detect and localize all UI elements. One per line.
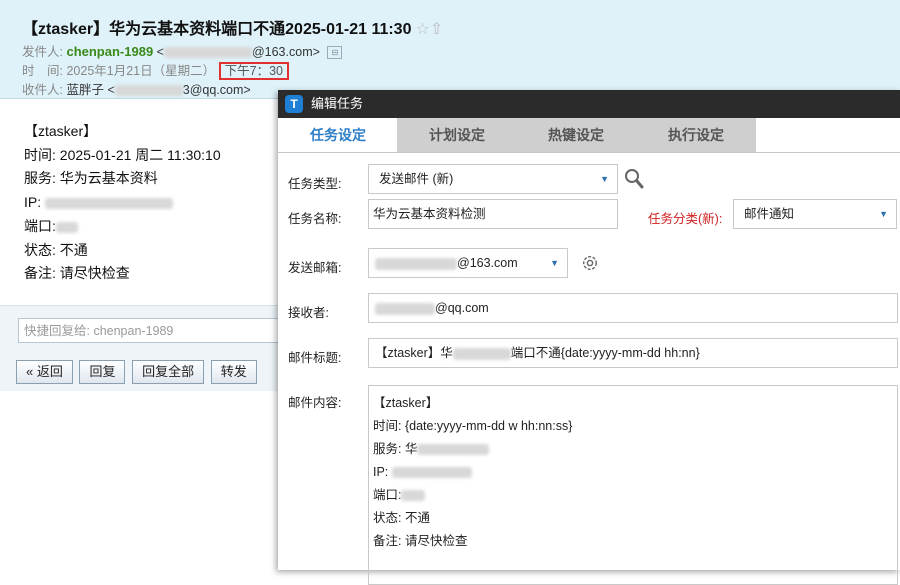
mail-body-line: 【ztasker】 (24, 123, 98, 139)
search-icon[interactable] (624, 168, 644, 190)
mail-content-textarea[interactable]: 【ztasker】 时间: {date:yyyy-mm-dd w hh:nn:s… (368, 385, 898, 585)
content-line: 服务: 华 (373, 438, 893, 461)
mail-title-input[interactable]: 【ztasker】华 端口不通{date:yyyy-mm-dd hh:nn} (368, 338, 898, 368)
receiver-suffix: @qq.com (435, 301, 489, 315)
redacted-ip (391, 467, 472, 479)
redacted-ip (45, 197, 174, 209)
mail-action-buttons: « 返回 回复 回复全部 转发 (16, 360, 260, 384)
content-service-prefix: 服务: 华 (373, 442, 418, 456)
redacted-title-part (452, 347, 511, 360)
mail-content-label: 邮件内容: (288, 396, 342, 410)
redacted-mailbox (375, 257, 457, 270)
task-category-value: 邮件通知 (744, 207, 795, 221)
dialog-title: 编辑任务 (311, 96, 364, 111)
redacted-service (417, 444, 490, 456)
mail-subject: 【ztasker】华为云基本资料端口不通2025-01-21 11:30 ☆⇧ (22, 15, 443, 39)
content-line: 时间: {date:yyyy-mm-dd w hh:nn:ss} (373, 419, 573, 433)
mail-header: 【ztasker】华为云基本资料端口不通2025-01-21 11:30 ☆⇧ 发… (0, 0, 900, 99)
back-button[interactable]: « 返回 (16, 360, 73, 384)
time-date: 2025年1月21日（星期二） (66, 64, 216, 78)
forward-button[interactable]: 转发 (210, 360, 257, 384)
mail-body-line: 备注: 请尽快检查 (24, 265, 130, 282)
recipient-email-suffix: 3@qq.com> (182, 83, 251, 97)
time-label: 时 间: (22, 64, 63, 78)
ztasker-app-icon (285, 95, 303, 113)
chevron-down-icon: ▼ (600, 174, 609, 184)
tab-task-settings[interactable]: 任务设定 (278, 118, 398, 152)
flag-icon[interactable]: ⇧ (430, 21, 443, 38)
sender-email-suffix: @163.com> (251, 45, 320, 59)
quick-reply-input[interactable]: 快捷回复给: chenpan-1989 (18, 318, 286, 343)
task-type-label: 任务类型: (288, 177, 342, 191)
mail-title-prefix: 【ztasker】华 (375, 346, 453, 360)
task-name-label: 任务名称: (288, 212, 342, 226)
send-mailbox-select[interactable]: @163.com ▼ (368, 248, 568, 278)
sender-label: 发件人: (22, 45, 63, 59)
reply-button[interactable]: 回复 (79, 360, 126, 384)
mail-title-label: 邮件标题: (288, 351, 342, 365)
redacted-receiver (375, 302, 435, 315)
content-line: 备注: 请尽快检查 (373, 534, 468, 548)
redacted-recipient-email (114, 85, 183, 97)
time-row: 时 间: 2025年1月21日（星期二） 下午7：30 (22, 60, 289, 80)
content-ip-label: IP: (373, 465, 389, 479)
contact-card-icon[interactable]: ⊟ (327, 46, 343, 60)
send-mailbox-label: 发送邮箱: (288, 261, 342, 275)
reply-all-button[interactable]: 回复全部 (132, 360, 205, 384)
edit-task-dialog: 编辑任务 任务设定 计划设定 热键设定 执行设定 任务类型: 发送邮件 (新) … (278, 90, 900, 585)
chevron-down-icon: ▼ (550, 258, 559, 268)
mail-body-line: 服务: 华为云基本资料 (24, 170, 158, 187)
task-name-input[interactable]: 华为云基本资料检测 (368, 199, 618, 229)
receiver-label: 接收者: (288, 306, 329, 320)
task-category-select[interactable]: 邮件通知 ▼ (733, 199, 897, 229)
mail-title-suffix: 端口不通{date:yyyy-mm-dd hh:nn} (510, 346, 700, 360)
star-icon[interactable]: ☆ (415, 21, 429, 38)
dialog-tabs: 任务设定 计划设定 热键设定 执行设定 (278, 118, 900, 153)
redacted-port (55, 221, 78, 233)
content-line: 状态: 不通 (373, 511, 430, 525)
mail-body: 【ztasker】 时间: 2025-01-21 周二 11:30:10 服务:… (24, 120, 221, 286)
recipient-name[interactable]: 蓝胖子 (66, 83, 104, 97)
tab-hotkey-settings[interactable]: 热键设定 (516, 118, 636, 152)
mail-body-ip-label: IP: (24, 194, 42, 211)
content-port-label: 端口: (373, 488, 402, 502)
tab-schedule-settings[interactable]: 计划设定 (397, 118, 517, 152)
task-type-select[interactable]: 发送邮件 (新) ▼ (368, 164, 618, 194)
recipient-row: 收件人: 蓝胖子 <3@qq.com> (22, 83, 251, 97)
receiver-input[interactable]: @qq.com (368, 293, 898, 323)
send-mailbox-suffix: @163.com (457, 256, 518, 270)
mail-subject-text: 【ztasker】华为云基本资料端口不通2025-01-21 11:30 (22, 21, 412, 38)
redacted-port (401, 490, 426, 502)
content-line: 端口: (373, 484, 893, 507)
sender-name[interactable]: chenpan-1989 (66, 44, 153, 59)
mail-body-line: 时间: 2025-01-21 周二 11:30:10 (24, 146, 221, 163)
task-form: 任务类型: 发送邮件 (新) ▼ 任务名称: 华为云基本资料检测 任务分类(新)… (278, 152, 900, 585)
tab-execution-settings[interactable]: 执行设定 (636, 118, 756, 152)
redacted-sender-email (163, 47, 252, 59)
mail-body-line: IP: (24, 191, 221, 215)
time-clock: 下午7：30 (218, 62, 289, 80)
task-category-label: 任务分类(新): (648, 212, 723, 226)
mail-body-port-label: 端口: (24, 217, 56, 234)
tab-strip-filler (756, 118, 900, 152)
mail-body-line: 状态: 不通 (24, 241, 88, 258)
dialog-titlebar[interactable]: 编辑任务 (278, 90, 900, 118)
content-line: IP: (373, 461, 893, 484)
chevron-down-icon: ▼ (879, 209, 888, 219)
mail-body-line: 端口: (24, 215, 221, 239)
task-type-value: 发送邮件 (新) (379, 172, 454, 186)
gear-icon[interactable] (580, 253, 600, 273)
content-line: 【ztasker】 (373, 396, 439, 410)
recipient-label: 收件人: (22, 83, 63, 97)
sender-row: 发件人: chenpan-1989 < @163.com> ⊟ (22, 41, 343, 60)
